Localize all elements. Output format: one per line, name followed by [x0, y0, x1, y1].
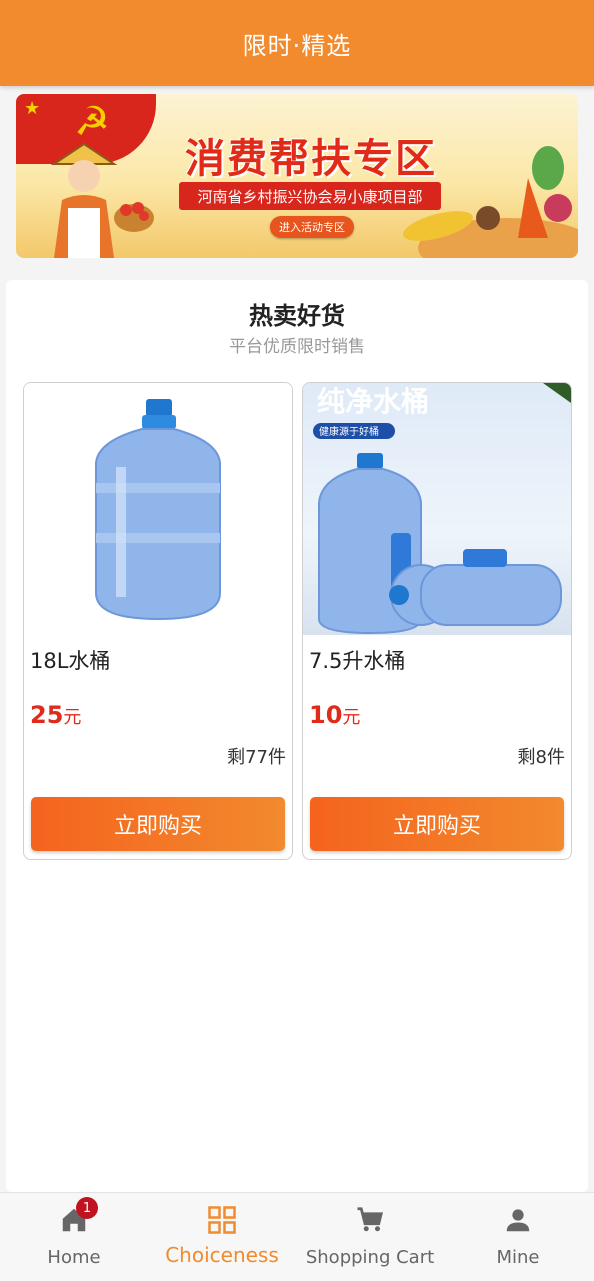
product-price: 10元	[309, 701, 360, 729]
product-name: 18L水桶	[30, 649, 111, 673]
price-unit: 元	[342, 707, 361, 728]
bottom-tab-bar: 1 Home Choiceness Shopping Cart Mine	[0, 1192, 594, 1281]
product-name: 7.5升水桶	[309, 649, 406, 673]
tab-mine[interactable]: Mine	[444, 1193, 592, 1281]
tab-label: Shopping Cart	[305, 1247, 435, 1268]
price-unit: 元	[63, 707, 82, 728]
banner-headline: 消费帮扶专区	[185, 136, 437, 182]
notification-badge: 1	[76, 1197, 98, 1219]
page-title: 限时·精选	[242, 31, 352, 60]
buy-now-button[interactable]: 立即购买	[310, 797, 564, 851]
section-title: 热卖好货	[249, 302, 345, 330]
product-card[interactable]: 18L水桶 25元 剩77件 立即购买	[23, 382, 293, 860]
farmer-illustration	[50, 142, 154, 258]
tab-shopping-cart[interactable]: Shopping Cart	[296, 1193, 444, 1281]
tab-label: Choiceness	[165, 1243, 279, 1267]
cart-icon	[357, 1207, 384, 1232]
tab-home[interactable]: 1 Home	[0, 1193, 148, 1281]
enter-activity-button[interactable]: 进入活动专区	[270, 216, 354, 238]
product-card[interactable]: 纯净水桶 健康源于好桶 7.5升水桶 10元 剩8件 立即购买	[302, 382, 572, 860]
tab-label: Home	[47, 1247, 101, 1268]
stock-remaining: 剩8件	[517, 747, 565, 768]
water-bucket-image[interactable]: 纯净水桶 健康源于好桶	[303, 383, 571, 635]
banner-subtitle: 河南省乡村振兴协会易小康项目部	[179, 182, 441, 210]
buy-now-button[interactable]: 立即购买	[31, 797, 285, 851]
product-price: 25元	[30, 701, 81, 729]
section-subtitle: 平台优质限时销售	[229, 337, 365, 357]
image-tag: 健康源于好桶	[319, 425, 379, 438]
promo-banner[interactable]: ★ ☭ 消费帮扶专区 河南省乡村振兴协会易小康项目部 进入活动专区	[16, 94, 578, 258]
person-icon	[506, 1209, 530, 1232]
water-bottle-image[interactable]	[24, 383, 292, 635]
tab-label: Mine	[496, 1247, 540, 1268]
grid-icon	[208, 1206, 236, 1234]
price-value: 25	[30, 701, 64, 729]
image-title: 纯净水桶	[317, 386, 429, 417]
star-icon: ★	[24, 98, 41, 119]
stock-remaining: 剩77件	[227, 747, 286, 768]
tab-choiceness[interactable]: Choiceness	[148, 1193, 296, 1281]
hot-products-panel: 热卖好货 平台优质限时销售 18L水桶 25元 剩77件 立即购买 纯净水桶 健…	[6, 280, 588, 1192]
top-header: 限时·精选	[0, 0, 594, 86]
price-value: 10	[309, 701, 343, 729]
